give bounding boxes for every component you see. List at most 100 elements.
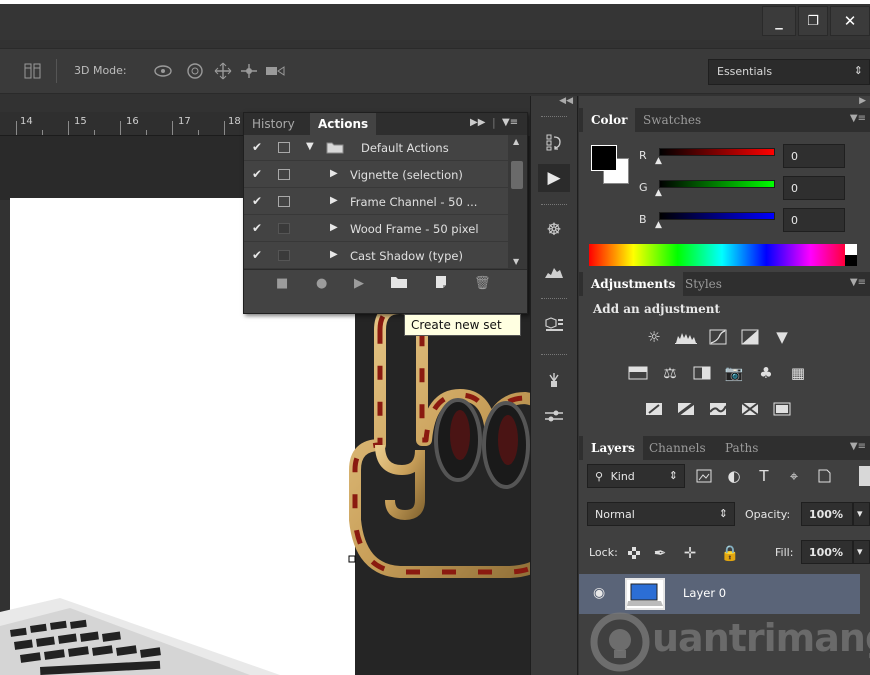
- filter-shape-icon[interactable]: ⌖: [783, 465, 805, 487]
- slide-3d-icon[interactable]: [238, 60, 260, 82]
- opacity-dropdown[interactable]: ▾: [853, 502, 870, 526]
- filter-type-icon[interactable]: T: [753, 465, 775, 487]
- scroll-up-icon[interactable]: ▲: [513, 137, 519, 146]
- black-white-icon[interactable]: [691, 362, 713, 384]
- channel-mixer-icon[interactable]: ♣: [755, 362, 777, 384]
- expand-right-icon[interactable]: ▶: [330, 195, 338, 206]
- color-balance-icon[interactable]: ⚖: [659, 362, 681, 384]
- selective-color-icon[interactable]: [739, 398, 761, 420]
- record-icon[interactable]: ●: [316, 276, 327, 291]
- slider-caret-icon[interactable]: ▲: [655, 188, 662, 198]
- panel-menu-icon[interactable]: ▼≡: [850, 441, 866, 452]
- horizontal-ruler[interactable]: 14 15 16 17 18: [0, 112, 243, 136]
- hue-saturation-icon[interactable]: [627, 362, 649, 384]
- tab-styles[interactable]: Styles: [677, 272, 730, 296]
- layer-name[interactable]: Layer 0: [683, 586, 726, 600]
- red-value-field[interactable]: 0: [783, 144, 845, 168]
- expand-right-icon[interactable]: ▶: [330, 222, 338, 233]
- tab-layers[interactable]: Layers: [583, 436, 643, 460]
- green-value-field[interactable]: 0: [783, 176, 845, 200]
- action-row[interactable]: ✔ ▶ Wood Frame - 50 pixel: [244, 216, 508, 242]
- 3d-icon[interactable]: [538, 310, 570, 338]
- layer-filter-select[interactable]: ⚲ Kind ⇕: [587, 464, 685, 488]
- stop-icon[interactable]: ■: [276, 276, 288, 291]
- scale-3d-icon[interactable]: [264, 60, 286, 82]
- action-row[interactable]: ✔ ▶ Vignette (selection): [244, 162, 508, 188]
- green-slider[interactable]: [659, 180, 775, 188]
- workspace-select[interactable]: Essentials ⇕: [708, 59, 870, 85]
- dialog-toggle-icon[interactable]: [278, 169, 290, 180]
- collapse-icon[interactable]: ◀◀: [559, 96, 573, 106]
- dialog-toggle-icon[interactable]: [278, 223, 290, 234]
- history-icon[interactable]: [538, 128, 570, 156]
- histogram-icon[interactable]: [538, 258, 570, 286]
- tab-swatches[interactable]: Swatches: [635, 108, 709, 132]
- minimize-button[interactable]: _: [762, 6, 796, 36]
- scroll-down-icon[interactable]: ▼: [513, 257, 519, 266]
- panel-menu-icon[interactable]: ▼≡: [850, 113, 866, 124]
- lock-position-icon[interactable]: ✛: [679, 542, 701, 564]
- tool-presets-icon[interactable]: [538, 402, 570, 430]
- posterize-icon[interactable]: [675, 398, 697, 420]
- restore-button[interactable]: ❐: [798, 6, 828, 36]
- action-row[interactable]: ✔ ▼ Default Actions: [244, 135, 508, 161]
- threshold-icon[interactable]: [707, 398, 729, 420]
- gradient-map-icon[interactable]: [771, 398, 793, 420]
- tab-paths[interactable]: Paths: [717, 436, 766, 460]
- brightness-contrast-icon[interactable]: ☼: [643, 326, 665, 348]
- expand-right-icon[interactable]: ▶: [330, 249, 338, 260]
- check-icon[interactable]: ✔: [252, 221, 262, 235]
- curves-icon[interactable]: [707, 326, 729, 348]
- play-icon[interactable]: ▶: [354, 276, 364, 291]
- scrollbar-thumb[interactable]: [511, 161, 523, 189]
- filter-adjustment-icon[interactable]: ◐: [723, 465, 745, 487]
- roll-3d-icon[interactable]: [184, 60, 206, 82]
- red-slider[interactable]: [659, 148, 775, 156]
- dialog-toggle-icon[interactable]: [278, 250, 290, 261]
- photo-filter-icon[interactable]: 📷: [723, 362, 745, 384]
- grip[interactable]: [541, 354, 567, 357]
- lock-transparent-icon[interactable]: [623, 542, 645, 564]
- expand-down-icon[interactable]: ▼: [306, 141, 314, 152]
- action-row[interactable]: ✔ ▶ Frame Channel - 50 ...: [244, 189, 508, 215]
- tab-actions[interactable]: Actions: [310, 113, 377, 135]
- blue-value-field[interactable]: 0: [783, 208, 845, 232]
- tab-color[interactable]: Color: [583, 108, 636, 132]
- grip[interactable]: [541, 116, 567, 119]
- check-icon[interactable]: ✔: [252, 167, 262, 181]
- lock-pixels-icon[interactable]: ✒: [649, 542, 671, 564]
- dialog-toggle-icon[interactable]: [278, 142, 290, 153]
- lock-all-icon[interactable]: 🔒: [719, 542, 741, 564]
- trash-icon[interactable]: 🗑: [474, 276, 491, 291]
- align-distribute-icon[interactable]: [22, 60, 44, 82]
- actions-icon[interactable]: ▶: [538, 164, 570, 192]
- new-set-icon[interactable]: [390, 275, 408, 293]
- expand-icon[interactable]: ▶▶: [470, 117, 485, 128]
- pan-3d-icon[interactable]: [212, 60, 234, 82]
- close-button[interactable]: ✕: [830, 6, 870, 36]
- filter-pixel-icon[interactable]: [693, 465, 715, 487]
- invert-icon[interactable]: [643, 398, 665, 420]
- opacity-field[interactable]: 100%: [801, 502, 853, 526]
- check-icon[interactable]: ✔: [252, 248, 262, 262]
- check-icon[interactable]: ✔: [252, 194, 262, 208]
- vibrance-icon[interactable]: ▼: [771, 326, 793, 348]
- check-icon[interactable]: ✔: [252, 140, 262, 154]
- navigator-icon[interactable]: ☸: [538, 216, 570, 244]
- tab-channels[interactable]: Channels: [641, 436, 714, 460]
- exposure-icon[interactable]: [739, 326, 761, 348]
- fill-dropdown[interactable]: ▾: [853, 540, 870, 564]
- dialog-toggle-icon[interactable]: [278, 196, 290, 207]
- filter-smart-object-icon[interactable]: [813, 465, 835, 487]
- color-spectrum[interactable]: [589, 244, 857, 266]
- panel-menu-icon[interactable]: ▼≡: [850, 277, 866, 288]
- slider-caret-icon[interactable]: ▲: [655, 156, 662, 166]
- grip[interactable]: [541, 298, 567, 301]
- expand-dock-icon[interactable]: ▶: [859, 96, 866, 106]
- new-action-icon[interactable]: [434, 275, 448, 293]
- brush-presets-icon[interactable]: [538, 366, 570, 394]
- slider-caret-icon[interactable]: ▲: [655, 220, 662, 230]
- actions-scrollbar[interactable]: ▲ ▼: [508, 135, 527, 269]
- color-lookup-icon[interactable]: ▦: [787, 362, 809, 384]
- foreground-color-swatch[interactable]: [591, 145, 617, 171]
